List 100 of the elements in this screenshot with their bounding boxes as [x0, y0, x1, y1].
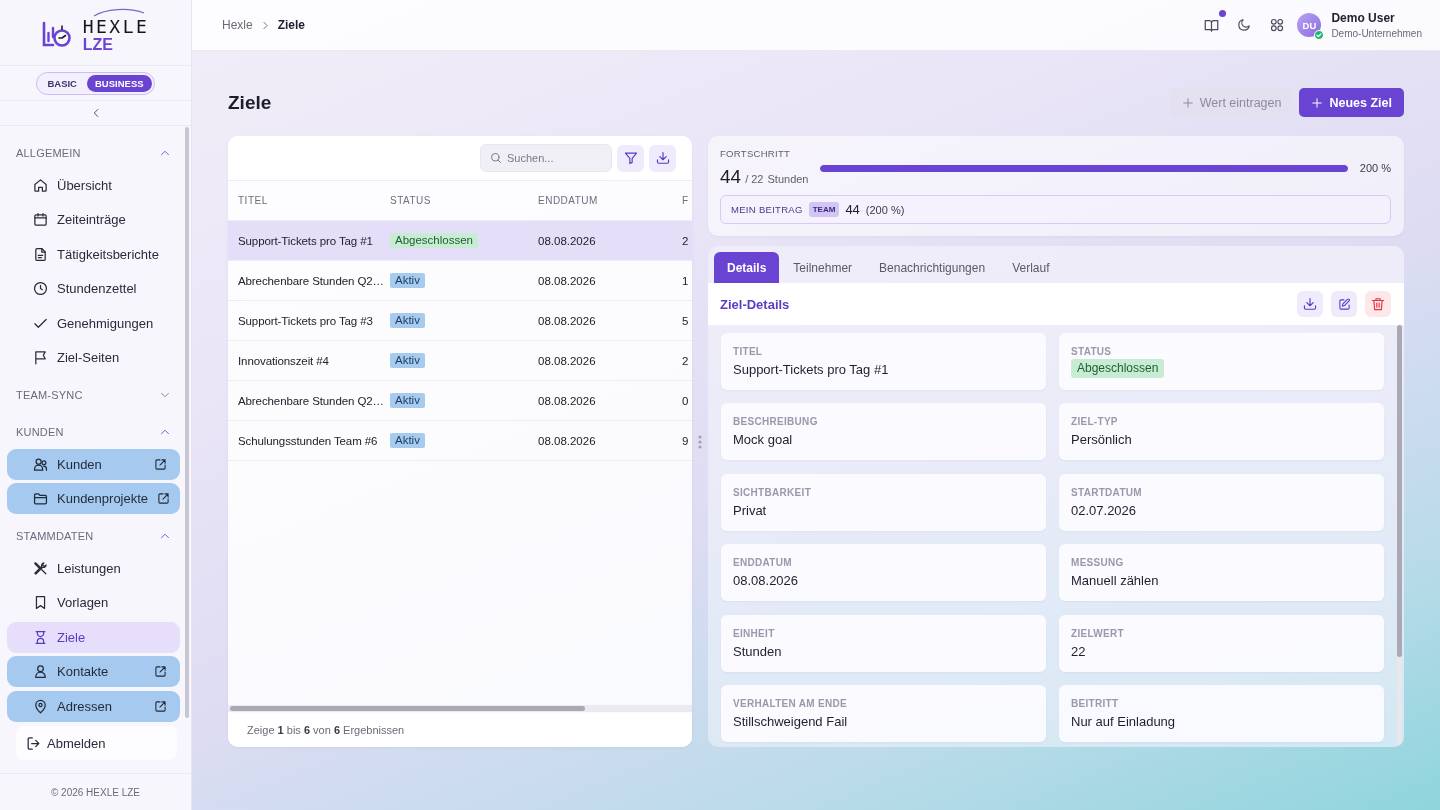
- status-badge: Aktiv: [390, 273, 425, 288]
- vertical-scrollbar[interactable]: [1397, 325, 1402, 745]
- external-link-icon: [154, 457, 167, 471]
- nav-item[interactable]: Übersicht: [7, 169, 180, 201]
- external-link-icon: [157, 492, 171, 505]
- field-label: MESSUNG: [1071, 557, 1125, 570]
- flag-icon: [33, 350, 48, 365]
- section-header[interactable]: ALLGEMEIN: [7, 138, 180, 168]
- vertical-scrollbar[interactable]: [185, 127, 189, 718]
- hourglass-icon: [33, 629, 48, 645]
- field-label: EINHEIT: [733, 627, 776, 640]
- field-label: ZIELWERT: [1071, 627, 1125, 640]
- nav-item[interactable]: Kundenprojekte: [7, 483, 180, 514]
- field-label: TITEL: [733, 346, 764, 358]
- field-label: ENDDATUM: [733, 557, 793, 570]
- tab[interactable]: Teilnehmer: [780, 252, 866, 283]
- person-icon: [33, 664, 48, 679]
- section-title: Ziel-Details: [720, 296, 790, 312]
- table-cell-text: Support-Tickets pro Tag #1: [238, 234, 374, 247]
- nav-item[interactable]: Leistungen: [7, 552, 180, 584]
- swoosh-icon: [92, 8, 145, 17]
- search-field[interactable]: Suchen...: [480, 144, 612, 172]
- field-label: VERHALTEN AM ENDE: [733, 697, 848, 710]
- tab[interactable]: Verlauf: [999, 252, 1063, 283]
- breadcrumb-item: Ziele: [277, 18, 306, 32]
- clock-icon: [33, 281, 48, 296]
- table-cell-text: 08.08.2026: [538, 434, 597, 447]
- field-value: 22: [1071, 642, 1087, 660]
- status-badge: Aktiv: [390, 433, 425, 448]
- table-cell-text: 5: [682, 314, 690, 327]
- section-header[interactable]: KUNDEN: [7, 417, 180, 447]
- field-label: SICHTBARKEIT: [733, 486, 813, 499]
- delete-button[interactable]: [1365, 291, 1391, 317]
- filter-button[interactable]: [617, 144, 644, 172]
- action-button[interactable]: Neues Ziel: [1299, 88, 1404, 117]
- status-badge: Aktiv: [390, 393, 425, 408]
- section-header[interactable]: TEAM-SYNC: [7, 380, 180, 410]
- tab[interactable]: Details: [714, 252, 780, 283]
- field-value: Nur auf Einladung: [1071, 712, 1177, 730]
- moon-icon: [1237, 18, 1252, 32]
- nav-item[interactable]: Kontakte: [7, 656, 180, 687]
- progress-value: 44: [720, 165, 742, 188]
- users-icon: [33, 456, 48, 472]
- table-row[interactable]: Abrechenbare Stunden Q2… Aktiv 08.08.2026 0: [228, 381, 692, 421]
- table-cell-text: Abrechenbare Stunden Q2…: [238, 394, 385, 407]
- tab[interactable]: Benachrichtigungen: [866, 252, 999, 283]
- table-cell-text: 08.08.2026: [538, 314, 597, 327]
- nav-item[interactable]: Genehmigungen: [7, 307, 180, 339]
- page-title: Ziele: [228, 91, 272, 114]
- field-label: STATUS: [1071, 346, 1113, 358]
- horizontal-scrollbar[interactable]: [228, 705, 692, 712]
- logo-subtitle: LZE: [82, 37, 114, 53]
- breadcrumb-item[interactable]: Hexle: [222, 18, 253, 32]
- table-cell-text: 2: [682, 354, 690, 367]
- field-value: Stunden: [733, 642, 783, 660]
- table-cell-text: 2: [682, 234, 690, 247]
- progress-label: FORTSCHRITT: [720, 148, 792, 160]
- nav-item[interactable]: Ziel-Seiten: [7, 342, 180, 373]
- table-row[interactable]: Schulungsstunden Team #6 Aktiv 08.08.2026 9: [228, 421, 692, 461]
- logout-button[interactable]: Abmelden: [16, 726, 177, 760]
- bookmark-icon: [33, 595, 48, 610]
- status-badge: Abgeschlossen: [390, 233, 478, 248]
- nav-item[interactable]: Kunden: [7, 448, 180, 480]
- progress-reading: 200 %: [1359, 162, 1391, 174]
- download-icon: [655, 151, 670, 165]
- table-row[interactable]: Abrechenbare Stunden Q2… Aktiv 08.08.2026 1: [228, 261, 692, 301]
- logo-wordmark: HEXLE: [82, 18, 150, 36]
- download-button[interactable]: [649, 144, 676, 172]
- team-badge: TEAM: [808, 202, 840, 217]
- nav-item[interactable]: Stundenzettel: [7, 273, 180, 304]
- field-value: Mock goal: [733, 431, 794, 449]
- nav-item[interactable]: Zeiteinträge: [7, 204, 180, 235]
- drag-handle-icon[interactable]: [698, 434, 702, 449]
- status-badge: Aktiv: [390, 353, 425, 368]
- table-cell-text: 0: [682, 394, 690, 407]
- nav-item[interactable]: Ziele: [7, 621, 180, 653]
- edit-button[interactable]: [1331, 291, 1357, 317]
- company-name: Demo-Unternehmen: [1331, 28, 1422, 39]
- table-row[interactable]: Innovationszeit #4 Aktiv 08.08.2026 2: [228, 341, 692, 381]
- plus-icon: [1181, 96, 1194, 109]
- table-cell-text: Abrechenbare Stunden Q2…: [238, 274, 385, 287]
- table-cell-text: Schulungsstunden Team #6: [238, 434, 379, 447]
- plan-option[interactable]: BUSINESS: [87, 74, 152, 92]
- table-row[interactable]: Support-Tickets pro Tag #3 Aktiv 08.08.2026 5: [228, 301, 692, 341]
- table-cell-text: Innovationszeit #4: [238, 354, 330, 367]
- section-header[interactable]: STAMMDATEN: [7, 521, 180, 551]
- nav-item[interactable]: Adressen: [7, 690, 180, 722]
- table-cell-text: 08.08.2026: [538, 394, 597, 407]
- plan-option[interactable]: BASIC: [39, 74, 85, 92]
- external-link-icon: [154, 665, 167, 678]
- table-row[interactable]: Support-Tickets pro Tag #1 Abgeschlossen 08.08.2026 2: [228, 221, 692, 261]
- field-value: Support-Tickets pro Tag #1: [733, 361, 890, 378]
- nav-item[interactable]: Vorlagen: [7, 587, 180, 618]
- progress-unit: Stunden: [767, 173, 809, 185]
- document-icon: [33, 246, 48, 262]
- external-link-icon: [154, 699, 167, 713]
- table-cell-text: 08.08.2026: [538, 274, 597, 287]
- download-button[interactable]: [1297, 291, 1323, 317]
- download-icon: [1303, 297, 1317, 311]
- nav-item[interactable]: Tätigkeitsberichte: [7, 238, 180, 270]
